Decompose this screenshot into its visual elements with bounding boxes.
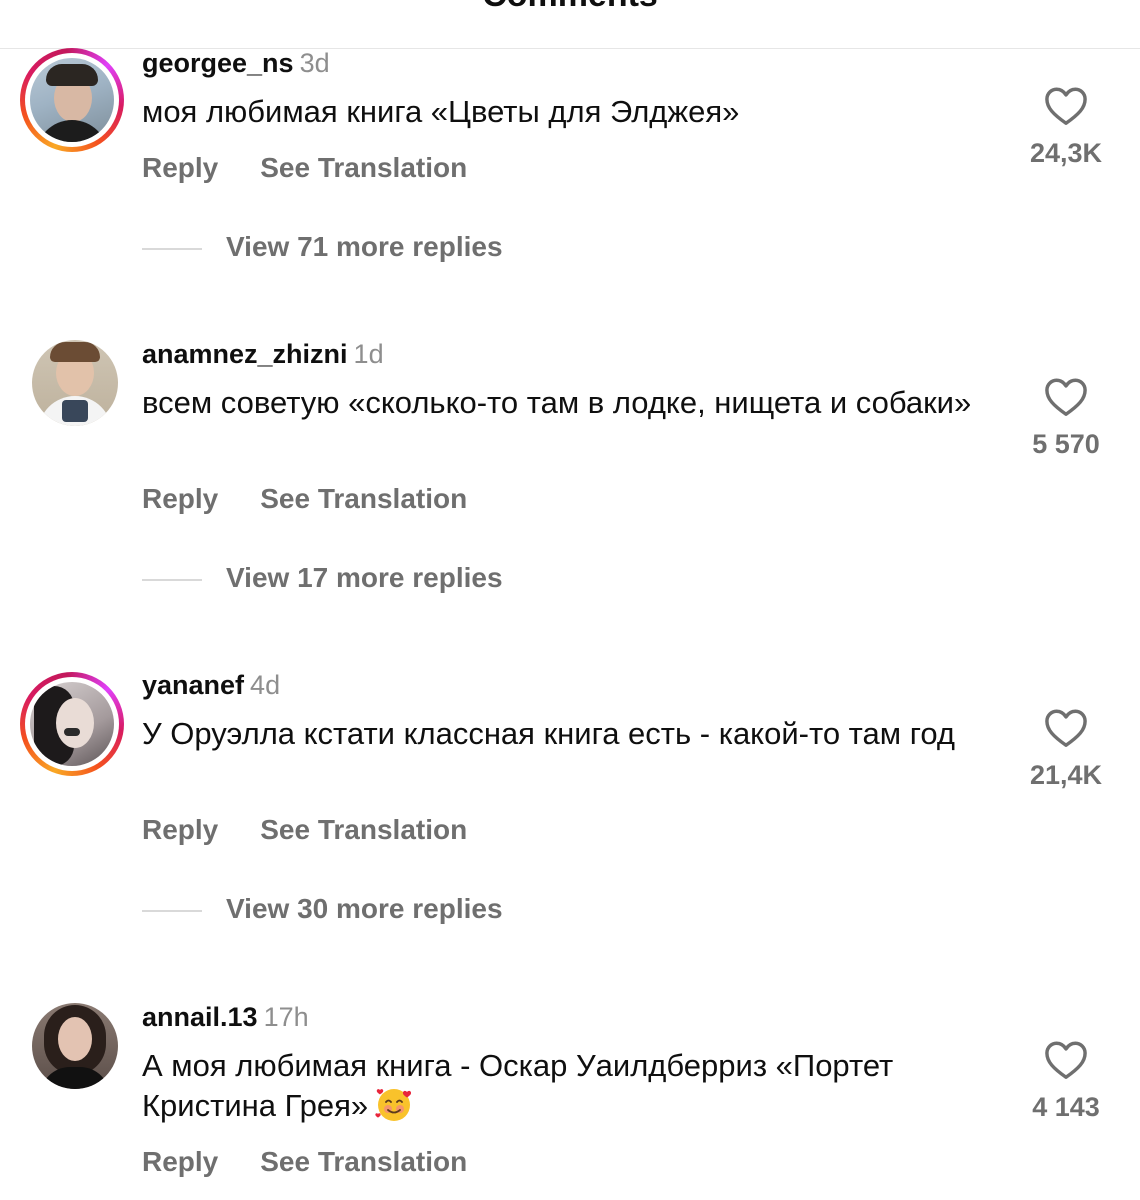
like-button[interactable]: 5 570 xyxy=(1010,377,1122,460)
replies-divider-line xyxy=(142,578,202,581)
comment-actions: Reply See Translation xyxy=(142,152,467,184)
view-more-replies-label[interactable]: View 71 more replies xyxy=(226,231,503,262)
like-count: 24,3K xyxy=(1029,138,1103,168)
timestamp: 17h xyxy=(263,1002,309,1032)
like-button[interactable]: 4 143 xyxy=(1010,1040,1122,1123)
timestamp: 4d xyxy=(250,670,281,700)
reply-button[interactable]: Reply xyxy=(142,814,218,845)
replies-divider-line xyxy=(142,247,202,250)
comment-text: всем советую «сколько-то там в лодке, ни… xyxy=(142,385,972,420)
reply-button[interactable]: Reply xyxy=(142,152,218,183)
avatar-image xyxy=(30,682,114,766)
see-translation-button[interactable]: See Translation xyxy=(260,814,467,845)
timestamp: 3d xyxy=(299,48,330,78)
timestamp: 1d xyxy=(353,339,384,369)
smiling-face-with-hearts-icon xyxy=(375,1088,412,1121)
comment-meta: yananef 4d xyxy=(142,669,280,701)
username[interactable]: georgee_ns xyxy=(142,48,294,78)
username[interactable]: anamnez_zhizni xyxy=(142,339,348,369)
view-more-replies-button[interactable]: View 71 more replies xyxy=(142,231,503,263)
page-title: Comments xyxy=(0,0,1140,15)
comment-text: У Оруэлла кстати классная книга есть - к… xyxy=(142,716,955,751)
like-button[interactable]: 24,3K xyxy=(1010,86,1122,169)
like-count: 4 143 xyxy=(1032,1092,1100,1122)
see-translation-button[interactable]: See Translation xyxy=(260,483,467,514)
view-more-replies-label[interactable]: View 30 more replies xyxy=(226,893,503,924)
comment-actions: Reply See Translation xyxy=(142,814,467,846)
heart-icon[interactable] xyxy=(1044,86,1088,126)
comment-actions: Reply See Translation xyxy=(142,1146,467,1178)
username[interactable]: yananef xyxy=(142,670,244,700)
comment-text: А моя любимая книга - Оскар Уаилдберриз … xyxy=(142,1046,992,1128)
comment-meta: georgee_ns 3d xyxy=(142,47,330,79)
avatar-image xyxy=(30,58,114,142)
avatar[interactable] xyxy=(20,672,124,776)
view-more-replies-button[interactable]: View 17 more replies xyxy=(142,562,503,594)
view-more-replies-label[interactable]: View 17 more replies xyxy=(226,562,503,593)
like-button[interactable]: 21,4K xyxy=(1010,708,1122,791)
username[interactable]: annail.13 xyxy=(142,1002,258,1032)
replies-divider-line xyxy=(142,909,202,912)
heart-icon[interactable] xyxy=(1044,708,1088,748)
reply-button[interactable]: Reply xyxy=(142,483,218,514)
avatar[interactable] xyxy=(32,340,118,426)
heart-icon[interactable] xyxy=(1044,377,1088,417)
heart-icon[interactable] xyxy=(1044,1040,1088,1080)
view-more-replies-button[interactable]: View 30 more replies xyxy=(142,893,503,925)
like-count: 5 570 xyxy=(1032,429,1100,459)
see-translation-button[interactable]: See Translation xyxy=(260,152,467,183)
comment-actions: Reply See Translation xyxy=(142,483,467,515)
like-count: 21,4K xyxy=(1029,760,1103,790)
comment-meta: annail.13 17h xyxy=(142,1001,309,1033)
comments-header: Comments xyxy=(0,0,1140,49)
avatar[interactable] xyxy=(20,48,124,152)
comment-text-content: А моя любимая книга - Оскар Уаилдберриз … xyxy=(142,1048,894,1123)
avatar[interactable] xyxy=(32,1003,118,1089)
see-translation-button[interactable]: See Translation xyxy=(260,1146,467,1177)
reply-button[interactable]: Reply xyxy=(142,1146,218,1177)
comment-text: моя любимая книга «Цветы для Элджея» xyxy=(142,94,740,129)
comment-meta: anamnez_zhizni 1d xyxy=(142,338,384,370)
